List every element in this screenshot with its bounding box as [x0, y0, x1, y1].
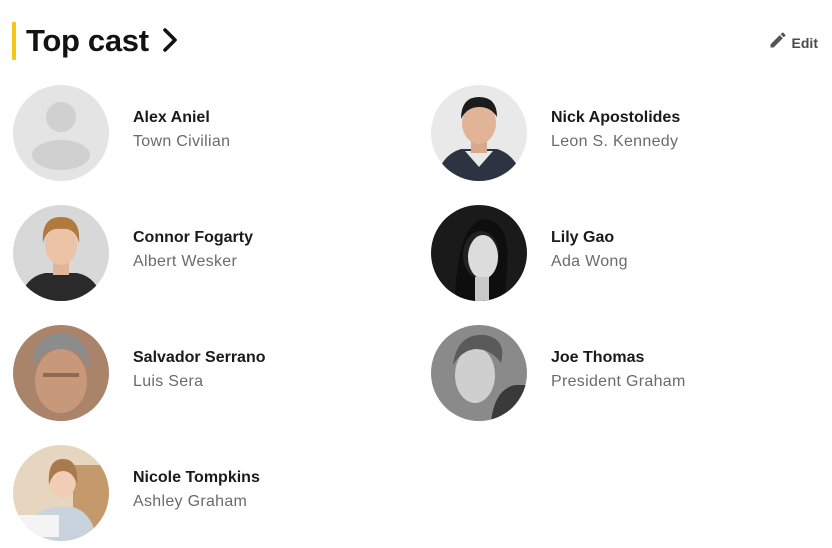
cast-character: Ada Wong — [551, 253, 628, 270]
section-title: Top cast — [26, 23, 149, 58]
cast-photo[interactable] — [13, 325, 109, 421]
cast-character: Leon S. Kennedy — [551, 133, 679, 150]
cast-name[interactable]: Nicole Tompkins — [133, 469, 260, 487]
edit-button[interactable]: Edit — [768, 30, 818, 55]
cast-item: Salvador Serrano Luis Sera — [13, 325, 393, 421]
cast-name[interactable]: Nick Apostolides — [551, 109, 680, 127]
cast-character: Luis Sera — [133, 373, 204, 390]
cast-name[interactable]: Connor Fogarty — [133, 229, 253, 247]
cast-item: Alex Aniel Town Civilian — [13, 85, 393, 181]
cast-item: Nick Apostolides Leon S. Kennedy — [431, 85, 811, 181]
top-cast-header: Top cast Edit — [12, 20, 820, 62]
chevron-right-icon — [162, 27, 177, 57]
cast-character: Town Civilian — [133, 133, 231, 150]
cast-name[interactable]: Joe Thomas — [551, 349, 644, 367]
cast-name[interactable]: Lily Gao — [551, 229, 614, 247]
cast-character: President Graham — [551, 373, 686, 390]
cast-item: Connor Fogarty Albert Wesker — [13, 205, 393, 301]
cast-photo[interactable] — [431, 325, 527, 421]
section-accent-bar — [12, 22, 16, 60]
cast-name[interactable]: Alex Aniel — [133, 109, 210, 127]
placeholder-avatar-icon[interactable] — [13, 85, 109, 181]
cast-photo[interactable] — [13, 205, 109, 301]
cast-photo[interactable] — [431, 85, 527, 181]
cast-character: Albert Wesker — [133, 253, 238, 270]
top-cast-title-link[interactable]: Top cast — [26, 20, 177, 62]
cast-character: Ashley Graham — [133, 493, 248, 510]
cast-item: Nicole Tompkins Ashley Graham — [13, 445, 393, 541]
edit-label: Edit — [791, 34, 818, 51]
pencil-icon — [768, 30, 788, 55]
cast-photo[interactable] — [431, 205, 527, 301]
cast-photo[interactable] — [13, 445, 109, 541]
cast-name[interactable]: Salvador Serrano — [133, 349, 266, 367]
cast-item: Joe Thomas President Graham — [431, 325, 811, 421]
cast-item: Lily Gao Ada Wong — [431, 205, 811, 301]
